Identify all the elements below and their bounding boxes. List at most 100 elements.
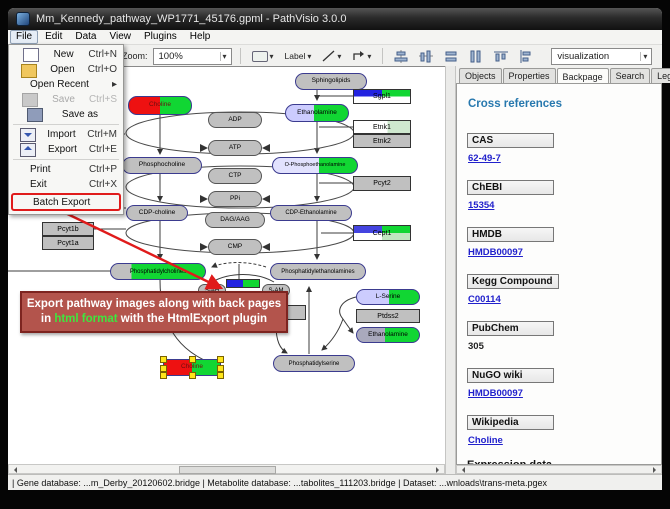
menu-shortcut: Ctrl+O: [88, 64, 117, 75]
scroll-left-icon[interactable]: [459, 467, 465, 473]
crossref-source-name: CAS: [467, 133, 554, 148]
crossref-source-name: PubChem: [467, 321, 554, 336]
menu-item-print[interactable]: PrintCtrl+P: [10, 162, 122, 177]
node-ethanolamine-bottom[interactable]: Ethanolamine: [356, 327, 420, 343]
selection-handle[interactable]: [217, 372, 224, 379]
menu-shortcut: Ctrl+S: [89, 94, 117, 105]
common-height-button[interactable]: [466, 48, 486, 65]
node-adp[interactable]: ADP: [208, 112, 262, 128]
crossref-section-cas: CAS 62-49-7: [467, 130, 651, 164]
tab-backpage[interactable]: Backpage: [557, 68, 609, 84]
menu-item-open-recent[interactable]: Open Recent▸: [10, 77, 122, 92]
selection-handle[interactable]: [160, 356, 167, 363]
crossref-link[interactable]: Choline: [468, 435, 651, 446]
node-choline-selected[interactable]: Choline: [163, 359, 221, 376]
menu-item-exit[interactable]: ExitCtrl+X: [10, 177, 122, 192]
splitter-handle[interactable]: [445, 66, 456, 474]
open-icon: [21, 64, 37, 78]
backpage-panel[interactable]: Cross references CAS62-49-7ChEBI15354HMD…: [456, 83, 662, 465]
node-dag-aag[interactable]: DAG/AAG: [205, 212, 265, 228]
menu-data[interactable]: Data: [69, 30, 102, 44]
menu-item-export[interactable]: ExportCtrl+E: [10, 142, 122, 157]
scroll-left-icon[interactable]: [11, 467, 17, 473]
node-cdp-choline[interactable]: CDP-choline: [126, 205, 188, 221]
draw-shape-button[interactable]: ▾: [349, 48, 374, 64]
node-pemt[interactable]: [226, 279, 260, 288]
node-phosphocholine[interactable]: Phosphocholine: [122, 157, 202, 174]
annotation-highlight-text: html format: [54, 313, 117, 325]
menu-file[interactable]: File: [10, 30, 38, 44]
add-label-button[interactable]: Label▾: [282, 49, 315, 63]
title-bar[interactable]: Mm_Kennedy_pathway_WP1771_45176.gpml - P…: [8, 8, 662, 30]
draw-line-button[interactable]: ▾: [319, 48, 344, 64]
crossref-link[interactable]: 15354: [468, 200, 651, 211]
selection-handle[interactable]: [189, 372, 196, 379]
node-etnk1[interactable]: Etnk1: [353, 120, 411, 134]
chevron-down-icon: ▾: [270, 52, 274, 61]
tab-properties[interactable]: Properties: [503, 68, 556, 83]
visualization-dropdown-icon[interactable]: ▾: [640, 52, 649, 61]
node-atp[interactable]: ATP: [208, 140, 262, 156]
scrollbar-thumb[interactable]: [179, 466, 276, 474]
menu-item-new[interactable]: NewCtrl+N: [10, 47, 122, 62]
node-pcyt1a[interactable]: Pcyt1a: [42, 236, 94, 250]
node-l-serine[interactable]: L-Serine: [356, 289, 420, 305]
node-o-phosphoethanolamine[interactable]: O-Phosphoethanolamine: [272, 157, 358, 174]
align-left-button[interactable]: [516, 48, 536, 65]
zoom-combobox[interactable]: 100%▾: [153, 48, 232, 65]
align-top-button[interactable]: [491, 48, 511, 65]
sidebar-hscrollbar[interactable]: [456, 465, 662, 474]
menu-view[interactable]: View: [103, 30, 137, 44]
menu-item-save[interactable]: SaveCtrl+S: [10, 92, 122, 107]
node-cdp-ethanolamine[interactable]: CDP-Ethanolamine: [270, 205, 352, 221]
node-cmp[interactable]: CMP: [208, 239, 262, 255]
visualization-combobox[interactable]: visualization▾: [551, 48, 652, 65]
common-width-button[interactable]: [441, 48, 461, 65]
scroll-right-icon[interactable]: [653, 467, 659, 473]
menu-plugins[interactable]: Plugins: [138, 30, 183, 44]
node-ethanolamine-top[interactable]: Ethanolamine: [285, 104, 349, 122]
menu-item-import[interactable]: ImportCtrl+M: [10, 127, 122, 142]
node-phosphatidylserine[interactable]: Phosphatidylserine: [273, 355, 355, 372]
menu-item-batch-export[interactable]: Batch Export: [11, 193, 121, 211]
crossref-link[interactable]: HMDB00097: [468, 247, 651, 258]
menu-help[interactable]: Help: [184, 30, 217, 44]
align-horizontal-center-button[interactable]: [416, 48, 436, 65]
zoom-dropdown-icon[interactable]: ▾: [220, 52, 229, 61]
node-choline-top[interactable]: Choline: [128, 96, 192, 115]
menu-item-open[interactable]: OpenCtrl+O: [10, 62, 122, 77]
node-etnk2[interactable]: Etnk2: [353, 134, 411, 148]
crossref-section-hmdb: HMDBHMDB00097: [467, 224, 651, 258]
canvas-hscrollbar[interactable]: [8, 464, 445, 474]
selection-handle[interactable]: [160, 372, 167, 379]
label-tool-text: Label: [285, 51, 306, 61]
node-ptdss2[interactable]: Ptdss2: [356, 309, 420, 323]
selection-handle[interactable]: [189, 356, 196, 363]
tab-legend[interactable]: Legend: [651, 68, 670, 83]
node-sphingolipids[interactable]: Sphingolipids: [295, 73, 367, 90]
node-ppi[interactable]: PPi: [208, 191, 262, 207]
align-vertical-center-button[interactable]: [391, 48, 411, 65]
node-pcyt1b[interactable]: Pcyt1b: [42, 222, 94, 236]
crossref-link[interactable]: 62-49-7: [468, 153, 651, 164]
add-datanode-button[interactable]: ▾: [249, 49, 277, 64]
selection-handle[interactable]: [160, 365, 167, 372]
annotation-callout: Export pathway images along with back pa…: [20, 291, 288, 333]
selection-handle[interactable]: [217, 356, 224, 363]
node-phosphatidylethanolamines[interactable]: Phosphatidylethanolamines: [270, 263, 366, 280]
tab-search[interactable]: Search: [610, 68, 651, 83]
node-pcyt2[interactable]: Pcyt2: [353, 176, 411, 191]
crossref-link[interactable]: C00114: [468, 294, 651, 305]
scroll-right-icon[interactable]: [436, 467, 442, 473]
node-sgpl1[interactable]: Sgpl1: [353, 89, 411, 104]
menu-item-save-as[interactable]: Save as: [10, 107, 122, 122]
tab-objects[interactable]: Objects: [459, 68, 502, 83]
crossref-source-name: Wikipedia: [467, 415, 554, 430]
selection-handle[interactable]: [217, 365, 224, 372]
crossref-link[interactable]: HMDB00097: [468, 388, 651, 399]
node-cept1[interactable]: Cept1: [353, 225, 411, 241]
menu-edit[interactable]: Edit: [39, 30, 68, 44]
menu-item-label: Import: [47, 129, 75, 140]
node-ctp[interactable]: CTP: [208, 168, 262, 184]
node-phosphatidylcholines[interactable]: Phosphatidylcholines: [110, 263, 206, 280]
